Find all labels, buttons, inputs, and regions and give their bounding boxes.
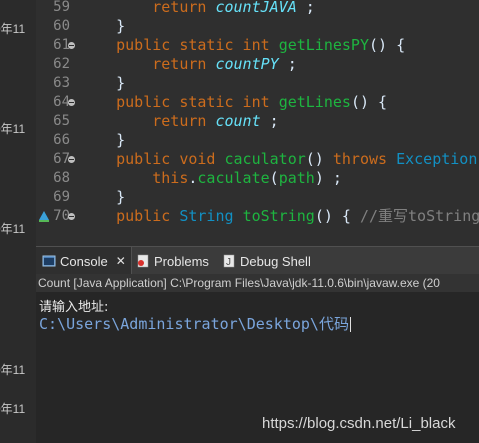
code-line: 60 } [36, 17, 479, 36]
console-input-line[interactable]: C:\Users\Administrator\Desktop\代码 [39, 313, 351, 334]
line-number: 66 [53, 132, 70, 148]
code-token: ; [260, 112, 279, 130]
code-text: return countJAVA ; [80, 0, 315, 17]
tab-problems[interactable]: Problems [136, 247, 209, 275]
tab-console[interactable]: Console ✕ [36, 247, 132, 275]
code-token: throws [332, 150, 397, 168]
code-token: public static int [80, 36, 279, 54]
code-token: return [80, 112, 216, 130]
code-token: return [80, 0, 216, 16]
code-line: 67 public void caculator() throws Except… [36, 150, 479, 169]
line-number: 65 [53, 113, 70, 129]
tab-debug-shell[interactable]: J Debug Shell [222, 247, 311, 275]
fold-collapse-icon[interactable] [68, 99, 75, 106]
line-number: 63 [53, 75, 70, 91]
line-number: 62 [53, 56, 70, 72]
code-token: String [179, 207, 243, 225]
code-text: public void caculator() throws Exception [80, 150, 477, 169]
code-text: public static int getLines() { [80, 93, 387, 112]
view-tab-bar: Console ✕ Problems J Debug Shell [36, 246, 479, 275]
code-token: toString [242, 207, 315, 225]
code-token: } [80, 188, 126, 206]
code-text: } [80, 131, 125, 150]
code-token: countPY [215, 55, 279, 73]
code-text: public String toString() { //重写toString [80, 207, 479, 226]
console-icon [42, 255, 56, 267]
code-token: () [305, 150, 333, 168]
console-status-line: Count [Java Application] C:\Program File… [36, 274, 479, 292]
fold-collapse-icon[interactable] [68, 213, 75, 220]
code-token: Exception [396, 150, 478, 168]
code-token: public [80, 207, 180, 225]
strip-label: 0年11 [0, 122, 26, 136]
code-token: caculator [224, 150, 306, 168]
code-line: 66 } [36, 131, 479, 150]
code-token: getLines [278, 93, 351, 111]
left-panel-strip: 0年11 0年11 0年11 0年11 0年11 [0, 0, 36, 443]
code-line: 70 public String toString() { //重写toStri… [36, 207, 479, 226]
code-token: } [80, 74, 126, 92]
code-line: 61 public static int getLinesPY() { [36, 36, 479, 55]
code-token: () { [314, 207, 360, 225]
code-text: } [80, 74, 125, 93]
code-line: 64 public static int getLines() { [36, 93, 479, 112]
line-number: 67 [53, 151, 70, 167]
code-token: caculate [197, 169, 270, 187]
tab-console-label: Console [60, 253, 108, 269]
strip-label: 0年11 [0, 402, 26, 416]
code-editor[interactable]: 59 return countJAVA ; 60 } 61 public stati… [36, 0, 479, 236]
svg-text:J: J [226, 257, 231, 268]
code-token: count [215, 112, 261, 130]
watermark: https://blog.csdn.net/Li_black [262, 415, 456, 432]
problems-icon [137, 254, 149, 268]
code-token: countJAVA [215, 0, 297, 16]
code-line: 68 this.caculate(path) ; [36, 169, 479, 188]
line-number: 61 [53, 37, 70, 53]
code-text: } [80, 188, 125, 207]
line-number: 59 [53, 0, 70, 15]
code-line: 69 } [36, 188, 479, 207]
code-line: 63 } [36, 74, 479, 93]
line-number: 60 [53, 18, 70, 34]
code-token: path [278, 169, 315, 187]
code-token: ( [269, 169, 279, 187]
code-text: } [80, 17, 125, 36]
text-caret [349, 317, 351, 332]
tab-problems-label: Problems [154, 253, 209, 269]
code-token: ; [278, 55, 297, 73]
fold-collapse-icon[interactable] [68, 156, 75, 163]
tab-debug-shell-label: Debug Shell [240, 253, 311, 269]
line-number: 64 [53, 94, 70, 110]
code-token: } [80, 131, 126, 149]
close-icon[interactable]: ✕ [116, 254, 126, 268]
fold-collapse-icon[interactable] [68, 42, 75, 49]
line-number: 68 [53, 170, 70, 186]
strip-label: 0年11 [0, 363, 26, 377]
console-input-text: C:\Users\Administrator\Desktop\代码 [39, 315, 349, 333]
code-text: public static int getLinesPY() { [80, 36, 405, 55]
code-token: ) ; [314, 169, 342, 187]
code-text: return countPY ; [80, 55, 297, 74]
code-token: this [80, 169, 189, 187]
code-text: this.caculate(path) ; [80, 169, 342, 188]
code-token: () { [350, 93, 388, 111]
code-token: return [80, 55, 216, 73]
code-token: //重写toString [359, 207, 479, 225]
code-line: 62 return countPY ; [36, 55, 479, 74]
line-number: 69 [53, 189, 70, 205]
line-number: 70 [53, 208, 70, 224]
code-token: ; [296, 0, 315, 16]
code-token: } [80, 17, 126, 35]
code-token: public void [80, 150, 225, 168]
code-token: public static int [80, 93, 279, 111]
code-token: () { [369, 36, 406, 54]
code-text: return count ; [80, 112, 279, 131]
debug-shell-icon: J [223, 254, 235, 268]
strip-label: 0年11 [0, 22, 26, 36]
code-line: 65 return count ; [36, 112, 479, 131]
strip-label: 0年11 [0, 222, 26, 236]
code-line: 59 return countJAVA ; [36, 0, 479, 17]
code-token: getLinesPY [278, 36, 369, 54]
